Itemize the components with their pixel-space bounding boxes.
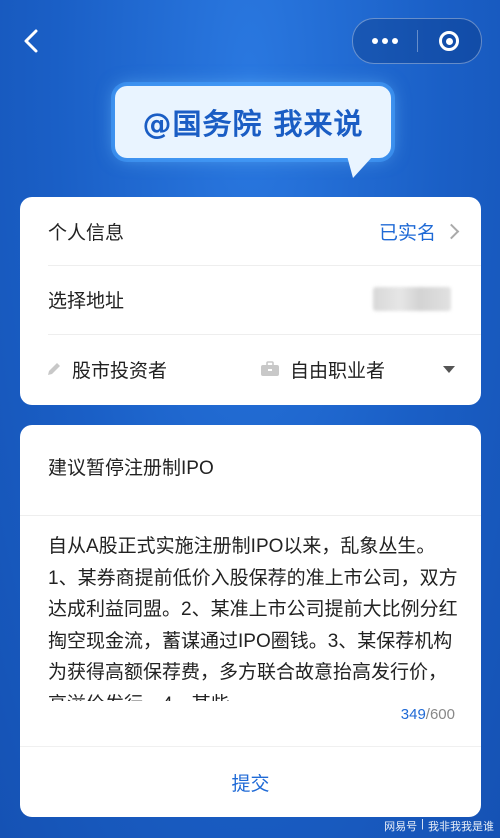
address-label: 选择地址 <box>48 290 125 312</box>
address-row[interactable]: 选择地址 <box>20 265 481 333</box>
profile-card: 个人信息 已实名 选择地址 股市投资者 自由职业者 <box>20 197 481 405</box>
banner-title: @国务院 我来说 <box>142 107 364 141</box>
miniprogram-close-icon <box>439 31 460 51</box>
caret-down-icon[interactable] <box>443 365 455 373</box>
address-value-blurred <box>373 287 451 311</box>
close-button[interactable] <box>418 19 482 63</box>
watermark-sep: | <box>421 818 424 830</box>
char-max: /600 <box>425 706 455 723</box>
more-dots-icon <box>371 38 398 44</box>
watermark-author: 我非我我是谁 <box>428 821 494 833</box>
personal-info-row[interactable]: 个人信息 已实名 <box>20 197 481 265</box>
verified-status[interactable]: 已实名 <box>378 218 460 245</box>
speech-bubble-tail <box>347 156 373 178</box>
submit-button[interactable]: 提交 <box>20 747 481 817</box>
suggestion-card: 建议暂停注册制IPO 自从A股正式实施注册制IPO以来，乱象丛生。1、某券商提前… <box>20 425 481 817</box>
suggestion-body-textarea[interactable]: 自从A股正式实施注册制IPO以来，乱象丛生。1、某券商提前低价入股保荐的准上市公… <box>48 531 459 701</box>
tag-occupation-label: 自由职业者 <box>290 360 386 382</box>
briefcase-icon <box>261 361 279 376</box>
watermark-site: 网易号 <box>384 821 418 833</box>
personal-info-label: 个人信息 <box>48 222 125 244</box>
char-count: 349 <box>400 706 426 723</box>
banner: @国务院 我来说 <box>115 86 391 178</box>
char-counter: 349/600 <box>401 706 455 723</box>
tag-occupation[interactable]: 自由职业者 <box>260 356 385 383</box>
chevron-right-icon <box>443 223 460 239</box>
miniprogram-capsule <box>352 18 482 64</box>
watermark: 网易号 | 我非我我是谁 <box>384 818 494 834</box>
title-divider <box>20 515 481 516</box>
suggestion-title-input[interactable]: 建议暂停注册制IPO <box>48 453 214 480</box>
verified-label: 已实名 <box>378 222 436 244</box>
back-button[interactable] <box>14 24 48 58</box>
tag-investor-label: 股市投资者 <box>72 360 168 382</box>
more-button[interactable] <box>353 19 417 63</box>
suggestion-body-text: 自从A股正式实施注册制IPO以来，乱象丛生。1、某券商提前低价入股保荐的准上市公… <box>48 536 458 701</box>
tag-investor[interactable]: 股市投资者 <box>46 356 167 383</box>
pencil-icon <box>48 363 60 375</box>
back-arrow-icon <box>24 29 38 53</box>
identity-tags-row: 股市投资者 自由职业者 <box>20 335 481 403</box>
submit-label: 提交 <box>231 773 270 795</box>
